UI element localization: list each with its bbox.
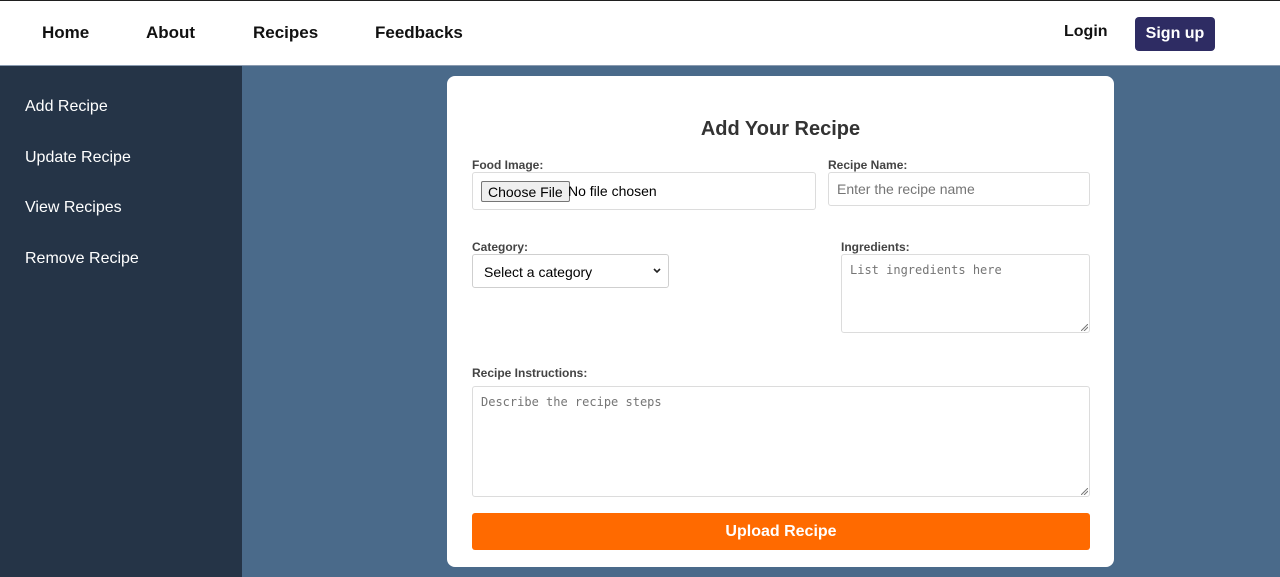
file-status-text: No file chosen xyxy=(568,183,657,199)
form-title: Add Your Recipe xyxy=(700,118,861,140)
add-recipe-card: Add Your Recipe Food Image: Choose File … xyxy=(447,76,1114,567)
chevron-down-icon xyxy=(653,268,661,274)
category-selected-value: Select a category xyxy=(484,264,593,280)
food-image-label: Food Image: xyxy=(472,158,544,172)
nav-home[interactable]: Home xyxy=(42,23,89,43)
sidebar-item-update-recipe[interactable]: Update Recipe xyxy=(25,149,131,167)
instructions-textarea[interactable] xyxy=(472,386,1090,497)
resize-grip-icon[interactable] xyxy=(1081,488,1088,495)
sidebar-item-add-recipe[interactable]: Add Recipe xyxy=(25,98,108,116)
nav-about[interactable]: About xyxy=(146,23,195,43)
sidebar-item-view-recipes[interactable]: View Recipes xyxy=(25,199,122,217)
resize-grip-icon[interactable] xyxy=(1081,324,1088,331)
upload-recipe-button[interactable]: Upload Recipe xyxy=(472,513,1090,550)
choose-file-button[interactable]: Choose File xyxy=(481,181,570,202)
food-image-field: Choose File No file chosen xyxy=(472,172,816,210)
ingredients-label: Ingredients: xyxy=(841,240,910,254)
sidebar-item-remove-recipe[interactable]: Remove Recipe xyxy=(25,250,139,268)
category-label: Category: xyxy=(472,240,529,254)
login-link[interactable]: Login xyxy=(1064,23,1108,41)
ingredients-textarea[interactable] xyxy=(841,254,1090,333)
signup-button[interactable]: Sign up xyxy=(1135,17,1215,51)
category-select[interactable]: Select a category xyxy=(472,254,669,288)
sidebar: Add Recipe Update Recipe View Recipes Re… xyxy=(0,66,242,577)
recipe-name-input[interactable] xyxy=(828,172,1090,206)
instructions-label: Recipe Instructions: xyxy=(472,366,588,380)
nav-recipes[interactable]: Recipes xyxy=(253,23,318,43)
recipe-name-label: Recipe Name: xyxy=(828,158,908,172)
top-navbar: Home About Recipes Feedbacks Login Sign … xyxy=(0,0,1280,66)
nav-feedbacks[interactable]: Feedbacks xyxy=(375,23,463,43)
